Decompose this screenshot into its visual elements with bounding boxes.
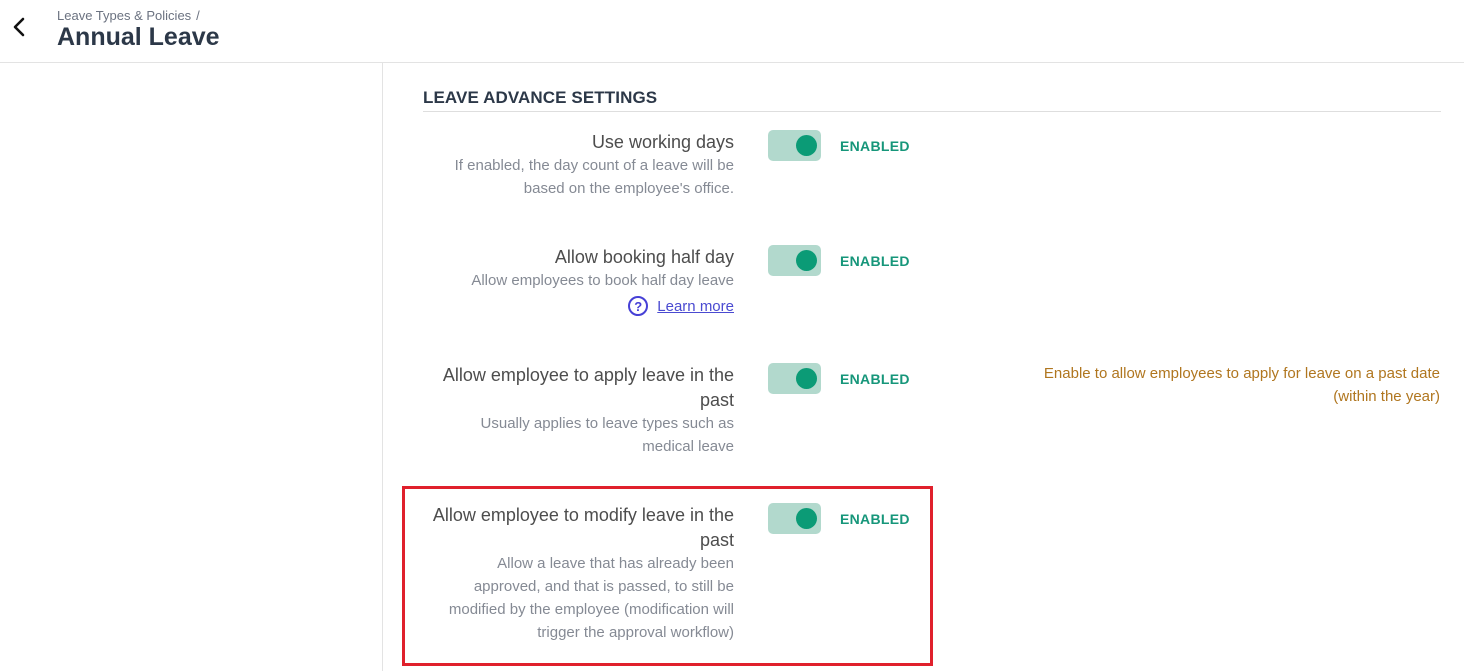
hint-line: (within the year)	[1333, 388, 1440, 405]
desc-line: Allow employees to book half day leave	[471, 272, 734, 289]
setting-label-modify-past: Allow employee to modify leave in the pa…	[433, 503, 734, 553]
toggle-knob	[796, 508, 817, 529]
section-divider	[423, 111, 1441, 112]
toggle-modify-past[interactable]	[768, 503, 821, 534]
desc-line: medical leave	[642, 438, 734, 455]
status-modify-past: ENABLED	[840, 511, 910, 527]
page-title: Annual Leave	[57, 23, 220, 51]
top-bar: Leave Types & Policies / Annual Leave	[0, 0, 1464, 63]
toggle-knob	[796, 368, 817, 389]
setting-desc-half-day: Allow employees to book half day leave	[471, 269, 734, 292]
back-button[interactable]	[9, 15, 31, 39]
desc-line: trigger the approval workflow)	[537, 624, 734, 641]
setting-desc-modify-past: Allow a leave that has already been appr…	[449, 552, 734, 644]
section-title: LEAVE ADVANCE SETTINGS	[423, 88, 658, 107]
setting-label-apply-past: Allow employee to apply leave in the pas…	[443, 363, 734, 413]
left-panel	[0, 63, 383, 671]
desc-line: based on the employee's office.	[523, 180, 734, 197]
setting-desc-use-working-days: If enabled, the day count of a leave wil…	[455, 154, 734, 200]
desc-line: Allow a leave that has already been	[497, 555, 734, 572]
breadcrumb: Leave Types & Policies /	[57, 8, 200, 23]
status-half-day: ENABLED	[840, 253, 910, 269]
hint-apply-past: Enable to allow employees to apply for l…	[1044, 362, 1440, 408]
desc-line: Usually applies to leave types such as	[480, 415, 734, 432]
setting-desc-apply-past: Usually applies to leave types such as m…	[481, 412, 734, 458]
toggle-half-day[interactable]	[768, 245, 821, 276]
setting-label-half-day: Allow booking half day	[554, 247, 734, 267]
question-circle-icon: ?	[628, 296, 649, 316]
label-line: Allow employee to modify leave in the	[432, 505, 734, 525]
status-apply-past: ENABLED	[840, 371, 910, 387]
desc-line: modified by the employee (modification w…	[448, 601, 734, 618]
setting-label-use-working-days: Use working days	[591, 132, 734, 152]
label-line: past	[699, 530, 734, 550]
learn-more-text[interactable]: Learn more	[657, 298, 734, 315]
hint-line: Enable to allow employees to apply for l…	[1043, 365, 1440, 382]
toggle-use-working-days[interactable]	[768, 130, 821, 161]
label-line: past	[699, 390, 734, 410]
learn-more-link[interactable]: ? Learn more	[628, 296, 734, 316]
label-line: Allow employee to apply leave in the	[442, 365, 734, 385]
breadcrumb-link[interactable]: Leave Types & Policies	[57, 8, 191, 23]
desc-line: approved, and that is passed, to still b…	[473, 578, 734, 595]
toggle-knob	[796, 250, 817, 271]
desc-line: If enabled, the day count of a leave wil…	[454, 157, 734, 174]
breadcrumb-separator: /	[196, 8, 200, 23]
status-use-working-days: ENABLED	[840, 138, 910, 154]
chevron-left-icon	[13, 17, 25, 37]
toggle-apply-past[interactable]	[768, 363, 821, 394]
toggle-knob	[796, 135, 817, 156]
